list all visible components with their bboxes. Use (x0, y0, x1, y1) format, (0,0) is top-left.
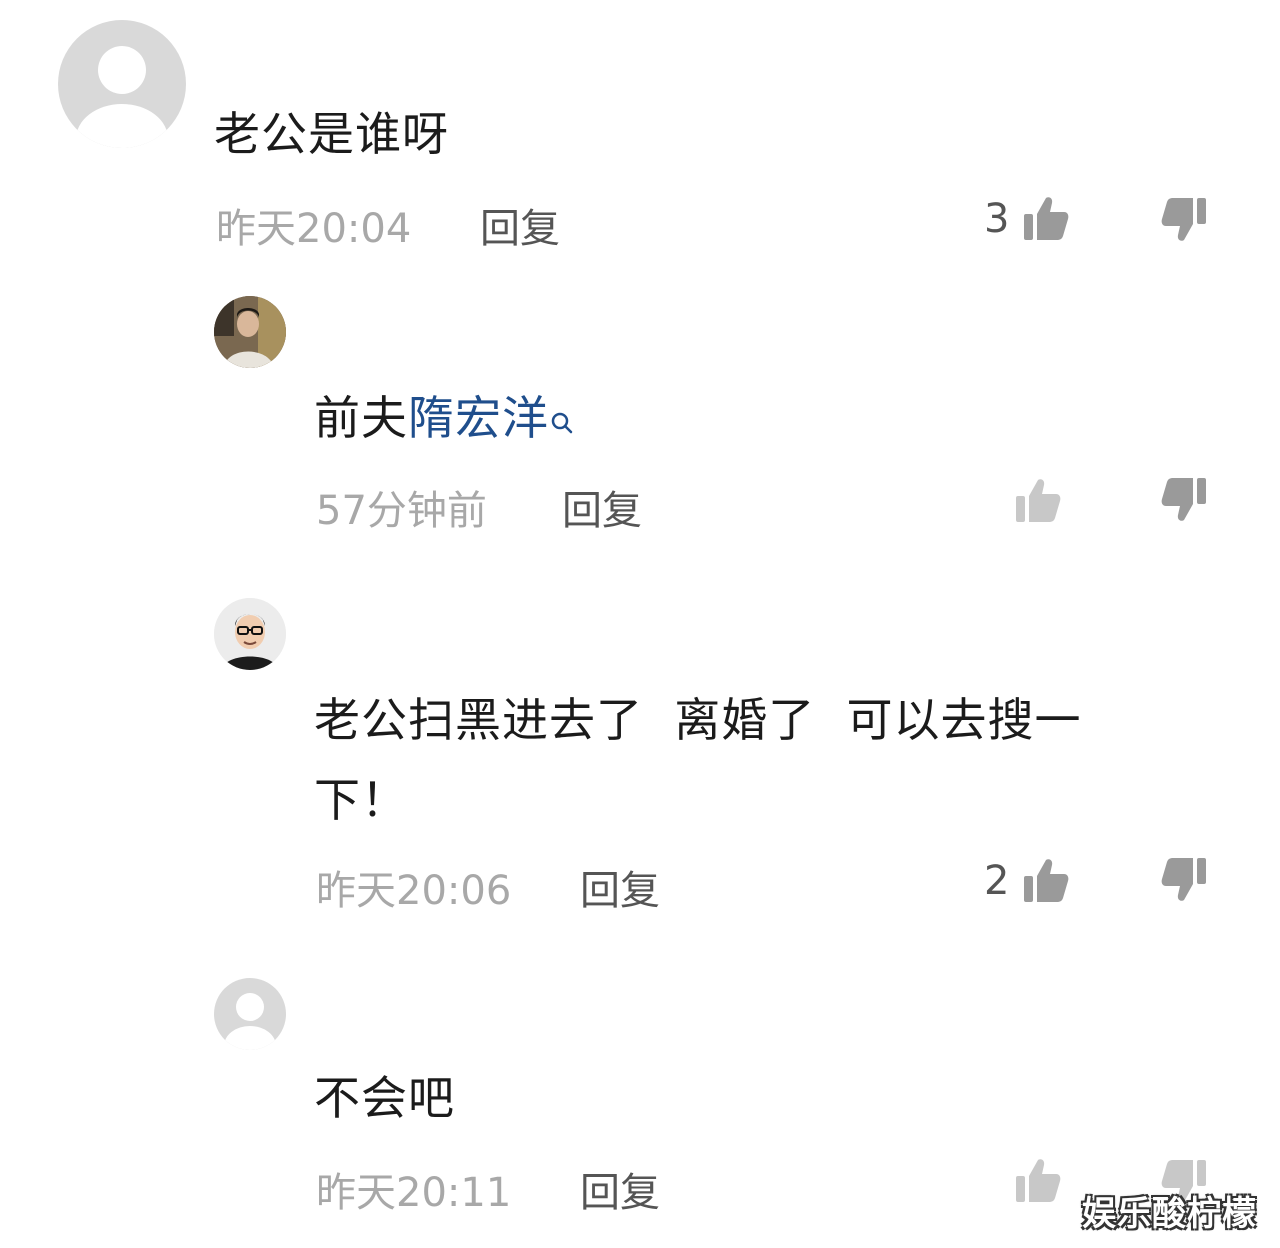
reply-button[interactable]: 回复 (580, 858, 660, 916)
comment-time: 昨天20:06 (316, 868, 512, 914)
reply-button[interactable]: 回复 (580, 1160, 660, 1218)
comment-text: 前夫隋宏洋 (314, 378, 577, 462)
comment-text-prefix: 前夫 (314, 391, 408, 445)
thumbs-up-icon[interactable] (1014, 476, 1062, 524)
comment-text-line: 老公扫黑进去了 离婚了 可以去搜一 (314, 693, 1082, 747)
search-icon[interactable] (549, 382, 577, 462)
thumbs-up-icon[interactable] (1022, 194, 1070, 242)
like-count: 2 (984, 858, 1010, 904)
comment-text-line: 下！ (314, 773, 408, 827)
thumbs-up-icon[interactable] (1014, 1156, 1062, 1204)
reply-button[interactable]: 回复 (562, 478, 642, 536)
comment-text: 老公是谁呀 (214, 107, 449, 161)
reply-button[interactable]: 回复 (480, 196, 560, 254)
comment-text: 不会吧 (314, 1071, 455, 1125)
comment-avatar[interactable] (58, 20, 186, 148)
thumbs-down-icon[interactable] (1160, 856, 1208, 904)
thumbs-up-icon[interactable] (1022, 856, 1070, 904)
comment-avatar-cartoon[interactable] (214, 598, 286, 670)
like-count: 3 (984, 196, 1010, 242)
comment-time: 57分钟前 (316, 488, 487, 534)
thumbs-down-icon[interactable] (1160, 476, 1208, 524)
thumbs-down-icon[interactable] (1160, 196, 1208, 244)
comment-avatar[interactable] (214, 978, 286, 1050)
comment-avatar-photo[interactable] (214, 296, 286, 368)
comment-time: 昨天20:04 (216, 206, 412, 252)
search-link[interactable]: 隋宏洋 (408, 391, 549, 445)
comment-time: 昨天20:11 (316, 1170, 512, 1216)
watermark-text: 娱乐酸柠檬 (1082, 1194, 1257, 1234)
